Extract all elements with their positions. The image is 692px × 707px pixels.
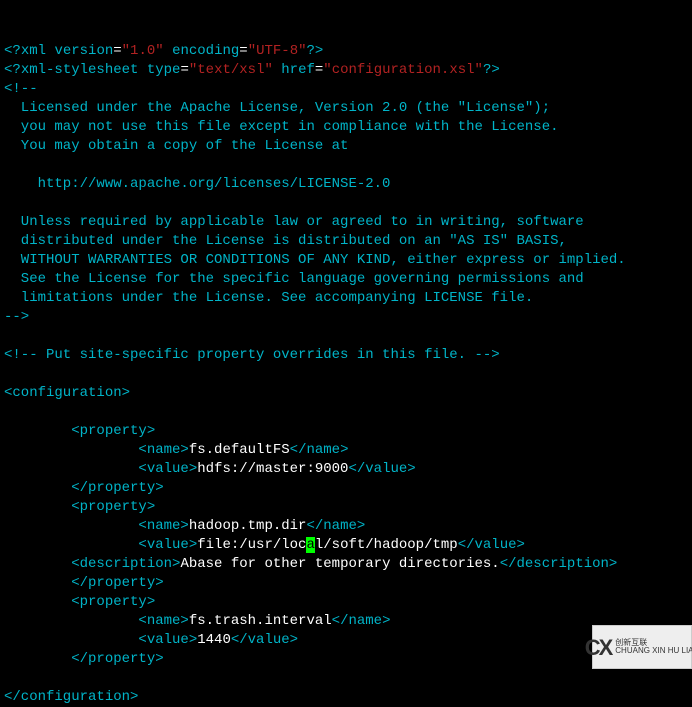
prop3-value: 1440 bbox=[197, 632, 231, 648]
license-comment: <!-- bbox=[4, 81, 38, 97]
watermark-logo: CX 创新互联 CHUANG XIN HU LIAN bbox=[592, 625, 692, 669]
prop3-name: fs.trash.interval bbox=[189, 613, 332, 629]
configuration-close: </configuration> bbox=[4, 689, 138, 705]
code-content: <?xml version="1.0" encoding="UTF-8"?> <… bbox=[4, 43, 626, 705]
cursor: a bbox=[306, 537, 314, 553]
prop2-name: hadoop.tmp.dir bbox=[189, 518, 307, 534]
prop2-desc: Abase for other temporary directories. bbox=[180, 556, 499, 572]
configuration-open: <configuration> bbox=[4, 385, 130, 401]
site-comment: <!-- Put site-specific property override… bbox=[4, 347, 500, 363]
prop1-value: hdfs://master:9000 bbox=[197, 461, 348, 477]
prop1-name: fs.defaultFS bbox=[189, 442, 290, 458]
